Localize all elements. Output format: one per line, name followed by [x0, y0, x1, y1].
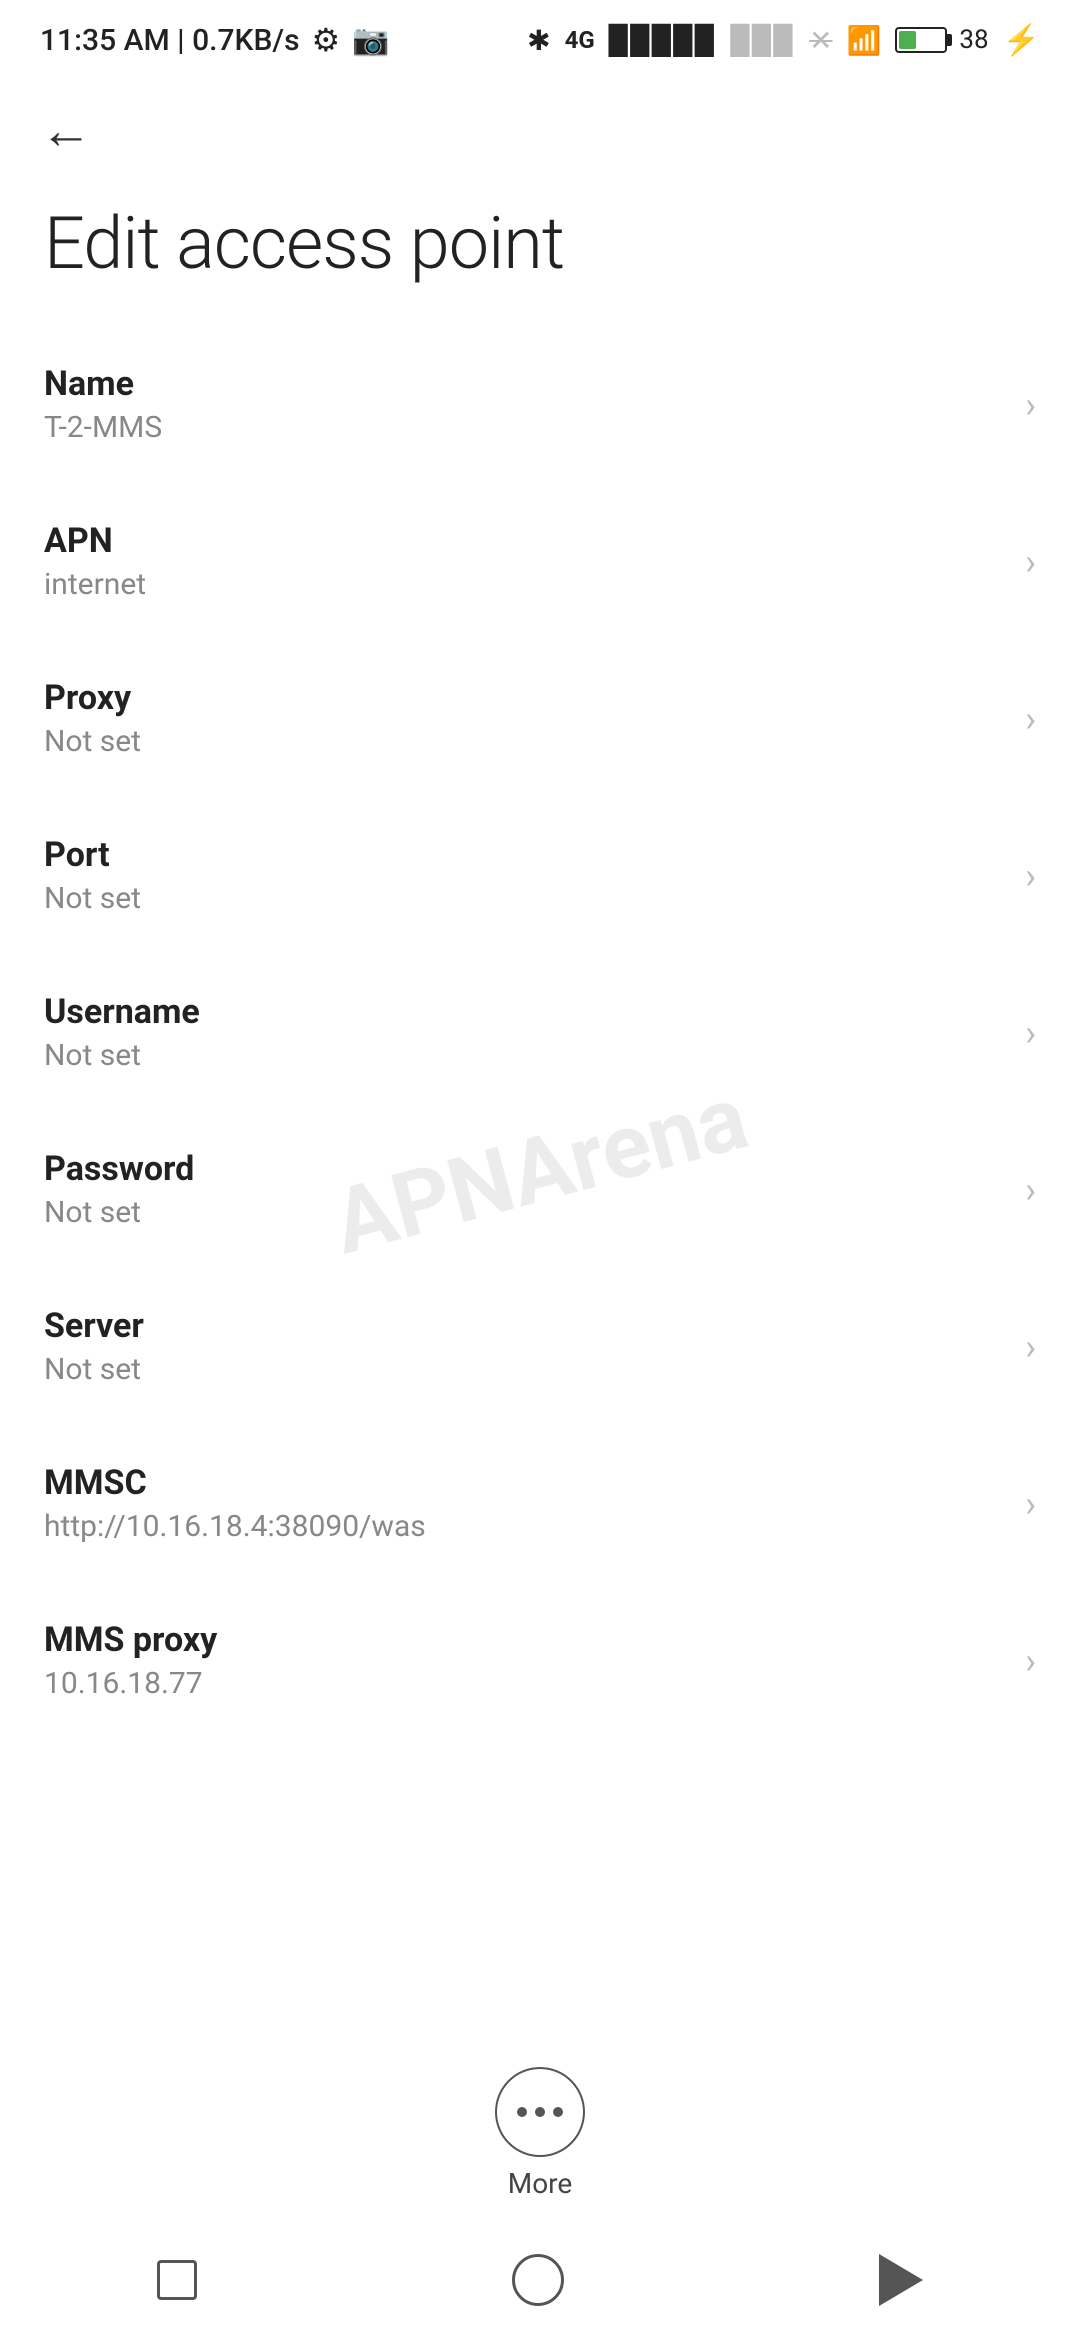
- bolt-icon: ⚡: [1003, 23, 1040, 58]
- settings-value-username: Not set: [44, 1038, 1005, 1073]
- more-circle-icon: [495, 2067, 585, 2157]
- settings-label-proxy: Proxy: [44, 678, 1005, 718]
- settings-item-password[interactable]: Password Not set ›: [0, 1111, 1080, 1268]
- settings-item-apn[interactable]: APN internet ›: [0, 483, 1080, 640]
- no-signal-icon: ✕: [809, 24, 832, 57]
- settings-item-content-proxy: Proxy Not set: [44, 678, 1005, 759]
- settings-item-name[interactable]: Name T-2-MMS ›: [0, 326, 1080, 483]
- status-right: ✱ 4G ▉▉▉▉▉ ▉▉▉ ✕ 📶 38 ⚡: [527, 23, 1040, 58]
- more-dots-icon: [517, 2107, 563, 2117]
- nav-back-icon: [879, 2254, 923, 2306]
- settings-value-port: Not set: [44, 881, 1005, 916]
- chevron-icon-username: ›: [1025, 1012, 1036, 1054]
- chevron-icon-mmsc: ›: [1025, 1483, 1036, 1525]
- settings-value-apn: internet: [44, 567, 1005, 602]
- more-button[interactable]: More: [495, 2067, 585, 2200]
- settings-item-proxy[interactable]: Proxy Not set ›: [0, 640, 1080, 797]
- dot-3: [553, 2107, 563, 2117]
- chevron-icon-server: ›: [1025, 1326, 1036, 1368]
- nav-home-icon: [512, 2254, 564, 2306]
- chevron-icon-apn: ›: [1025, 541, 1036, 583]
- wifi-icon: 📶: [847, 24, 882, 57]
- back-button[interactable]: ←: [0, 80, 132, 181]
- settings-item-username[interactable]: Username Not set ›: [0, 954, 1080, 1111]
- time-display: 11:35 AM | 0.7KB/s: [40, 23, 300, 58]
- battery-box: [895, 27, 947, 53]
- status-left: 11:35 AM | 0.7KB/s ⚙ 📷: [40, 21, 390, 59]
- chevron-icon-mms-proxy: ›: [1025, 1640, 1036, 1682]
- settings-icon: ⚙: [312, 21, 341, 59]
- settings-item-content-mms-proxy: MMS proxy 10.16.18.77: [44, 1620, 1005, 1701]
- nav-recents-icon: [157, 2260, 197, 2300]
- settings-label-port: Port: [44, 835, 1005, 875]
- settings-item-content-port: Port Not set: [44, 835, 1005, 916]
- settings-item-content-server: Server Not set: [44, 1306, 1005, 1387]
- settings-item-server[interactable]: Server Not set ›: [0, 1268, 1080, 1425]
- page-title: Edit access point: [0, 181, 1080, 326]
- settings-label-server: Server: [44, 1306, 1005, 1346]
- settings-value-mms-proxy: 10.16.18.77: [44, 1666, 1005, 1701]
- signal-4g-icon: 4G: [565, 26, 595, 54]
- chevron-icon-password: ›: [1025, 1169, 1036, 1211]
- settings-item-mmsc[interactable]: MMSC http://10.16.18.4:38090/was ›: [0, 1425, 1080, 1582]
- chevron-icon-proxy: ›: [1025, 698, 1036, 740]
- dot-2: [535, 2107, 545, 2117]
- settings-label-username: Username: [44, 992, 1005, 1032]
- chevron-icon-name: ›: [1025, 384, 1036, 426]
- nav-recents-button[interactable]: [157, 2260, 197, 2300]
- battery-container: 38: [895, 25, 988, 55]
- signal-bars-icon: ▉▉▉▉▉: [609, 24, 717, 57]
- back-arrow-icon: ←: [40, 100, 92, 161]
- nav-bar: [0, 2220, 1080, 2340]
- settings-label-mmsc: MMSC: [44, 1463, 1005, 1503]
- nav-back-button[interactable]: [879, 2254, 923, 2306]
- settings-item-content-name: Name T-2-MMS: [44, 364, 1005, 445]
- signal-bars2-icon: ▉▉▉: [730, 24, 795, 57]
- settings-value-server: Not set: [44, 1352, 1005, 1387]
- settings-item-content-mmsc: MMSC http://10.16.18.4:38090/was: [44, 1463, 1005, 1544]
- nav-home-button[interactable]: [512, 2254, 564, 2306]
- settings-label-name: Name: [44, 364, 1005, 404]
- settings-value-name: T-2-MMS: [44, 410, 1005, 445]
- settings-label-mms-proxy: MMS proxy: [44, 1620, 1005, 1660]
- more-label: More: [508, 2167, 573, 2200]
- status-bar: 11:35 AM | 0.7KB/s ⚙ 📷 ✱ 4G ▉▉▉▉▉ ▉▉▉ ✕ …: [0, 0, 1080, 80]
- settings-label-password: Password: [44, 1149, 1005, 1189]
- camera-icon: 📷: [352, 23, 389, 58]
- settings-label-apn: APN: [44, 521, 1005, 561]
- settings-value-proxy: Not set: [44, 724, 1005, 759]
- settings-item-content-apn: APN internet: [44, 521, 1005, 602]
- settings-value-password: Not set: [44, 1195, 1005, 1230]
- settings-item-content-username: Username Not set: [44, 992, 1005, 1073]
- chevron-icon-port: ›: [1025, 855, 1036, 897]
- battery-percent: 38: [959, 25, 988, 55]
- settings-item-port[interactable]: Port Not set ›: [0, 797, 1080, 954]
- bluetooth-icon: ✱: [527, 24, 550, 57]
- settings-value-mmsc: http://10.16.18.4:38090/was: [44, 1509, 1005, 1544]
- settings-item-mms-proxy[interactable]: MMS proxy 10.16.18.77 ›: [0, 1582, 1080, 1739]
- dot-1: [517, 2107, 527, 2117]
- settings-list: NameT-2-MMS›APNinternet›ProxyNot set›Por…: [0, 326, 1080, 1739]
- battery-fill: [899, 31, 916, 49]
- settings-item-content-password: Password Not set: [44, 1149, 1005, 1230]
